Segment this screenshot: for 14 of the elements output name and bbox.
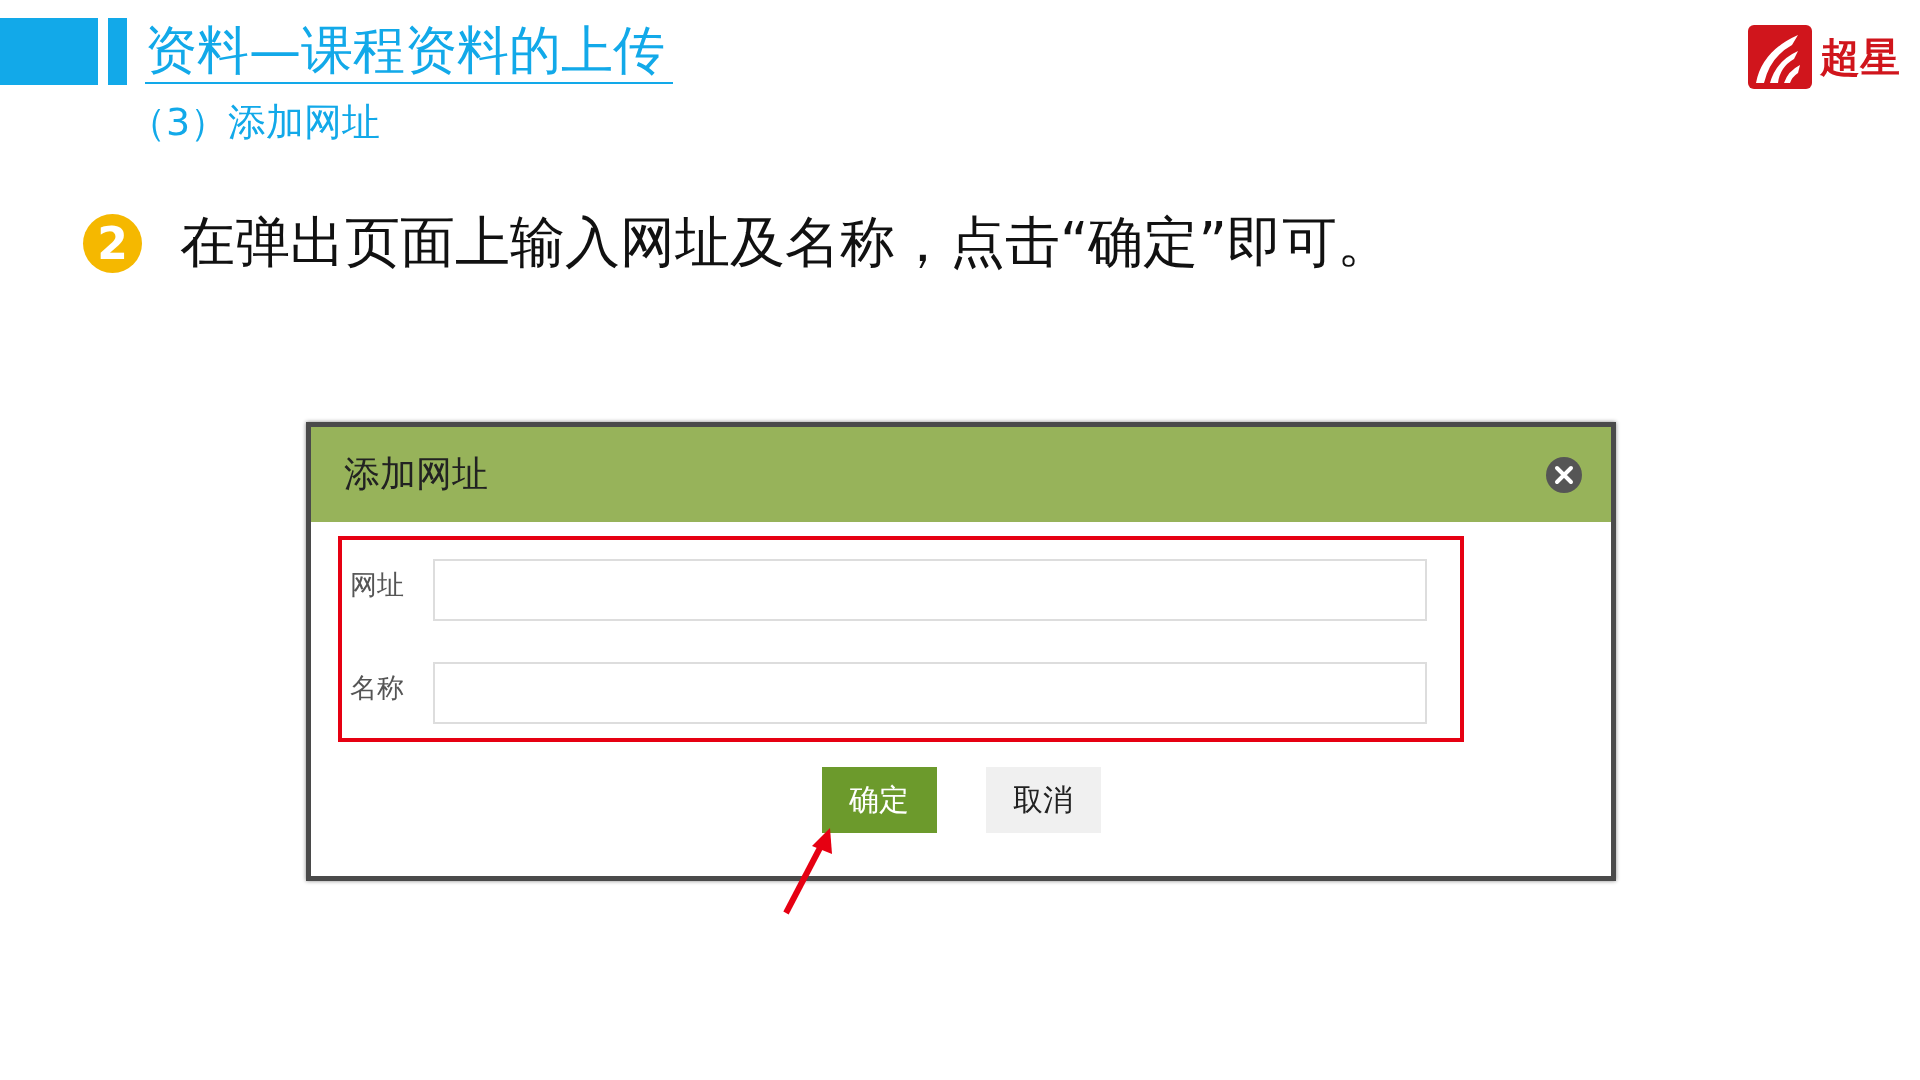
step-number: 2 (83, 213, 142, 273)
close-icon[interactable] (1545, 455, 1583, 494)
field-label: 网址 (350, 568, 405, 602)
title-bar (108, 18, 127, 85)
input-field[interactable] (433, 559, 1427, 621)
cancel-button[interactable]: 取消 (985, 767, 1101, 833)
slide-title: 资料—课程资料的上传 (145, 18, 673, 84)
dialog-title: 添加网址 (344, 452, 488, 496)
field-label: 名称 (350, 671, 405, 705)
logo-icon (1748, 25, 1812, 89)
logo-text: 超星 (1820, 31, 1900, 82)
input-field[interactable] (433, 662, 1427, 724)
slide-subtitle: （3）添加网址 (128, 99, 382, 146)
step-text: 在弹出页面上输入网址及名称，点击“确定”即可。 (180, 209, 1392, 276)
